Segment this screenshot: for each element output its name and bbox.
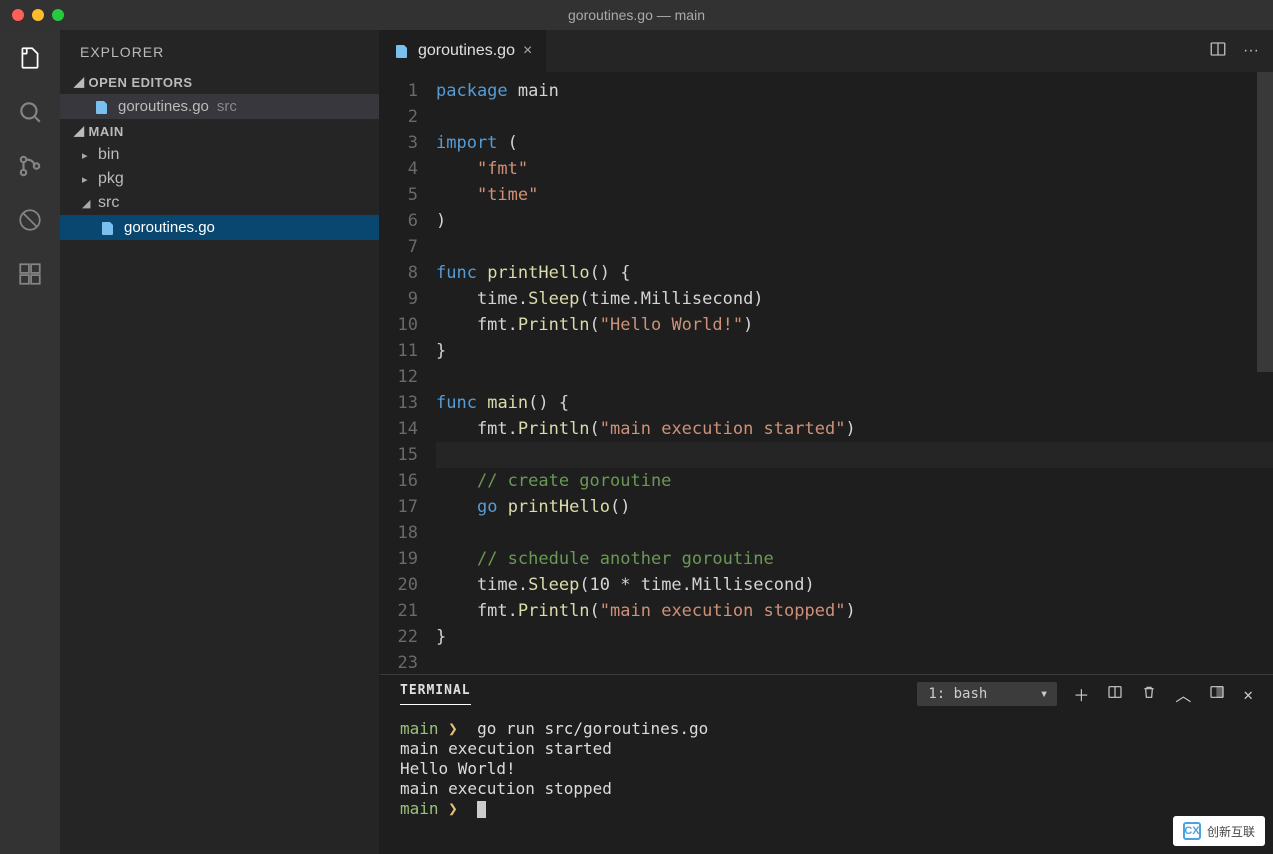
code-line[interactable]: go printHello() xyxy=(436,494,1273,520)
watermark: CX 创新互联 xyxy=(1173,816,1265,846)
watermark-logo-icon: CX xyxy=(1183,822,1201,840)
project-header[interactable]: ◢ MAIN xyxy=(60,119,379,143)
go-file-icon xyxy=(94,99,110,115)
terminal-panel: TERMINAL 1: bash ＋ ︿ xyxy=(380,674,1273,854)
chevron-down-icon: ◢ xyxy=(74,123,85,139)
activity-bar xyxy=(0,30,60,854)
code-line[interactable]: "fmt" xyxy=(436,156,1273,182)
extensions-icon[interactable] xyxy=(16,260,44,288)
code-line[interactable]: fmt.Println("main execution started") xyxy=(436,416,1273,442)
chevron-icon: ▸ xyxy=(82,173,92,186)
terminal-line: Hello World! xyxy=(400,759,1253,779)
code-line[interactable]: } xyxy=(436,338,1273,364)
close-window-button[interactable] xyxy=(12,9,24,21)
code-line[interactable]: } xyxy=(436,624,1273,650)
file-goroutines.go[interactable]: goroutines.go xyxy=(60,215,379,240)
window-title: goroutines.go — main xyxy=(568,7,705,23)
code-line[interactable] xyxy=(436,234,1273,260)
window-controls xyxy=(12,9,64,21)
chevron-down-icon: ◢ xyxy=(74,74,85,90)
code-line[interactable]: "time" xyxy=(436,182,1273,208)
terminal-line: main ❯ go run src/goroutines.go xyxy=(400,719,1253,739)
code-line[interactable] xyxy=(436,364,1273,390)
split-terminal-icon[interactable] xyxy=(1107,684,1123,704)
explorer-icon[interactable] xyxy=(16,44,44,72)
code-line[interactable] xyxy=(436,104,1273,130)
go-file-icon xyxy=(100,220,116,236)
split-editor-icon[interactable] xyxy=(1209,40,1227,63)
titlebar: goroutines.go — main xyxy=(0,0,1273,30)
editor-pane: goroutines.go × ··· 12345678910111213141… xyxy=(380,30,1273,854)
terminal-tab[interactable]: TERMINAL xyxy=(400,683,471,705)
scrollbar[interactable] xyxy=(1257,72,1273,372)
debug-icon[interactable] xyxy=(16,206,44,234)
new-terminal-icon[interactable]: ＋ xyxy=(1073,682,1089,706)
source-control-icon[interactable] xyxy=(16,152,44,180)
tab-label: goroutines.go xyxy=(418,42,515,60)
editor-actions: ··· xyxy=(1195,30,1273,72)
code-line[interactable]: time.Sleep(10 * time.Millisecond) xyxy=(436,572,1273,598)
code-line[interactable]: fmt.Println("Hello World!") xyxy=(436,312,1273,338)
terminal-body[interactable]: main ❯ go run src/goroutines.gomain exec… xyxy=(380,713,1273,854)
sidebar-title: EXPLORER xyxy=(60,30,379,70)
code-editor[interactable]: 1234567891011121314151617181920212223 pa… xyxy=(380,72,1273,674)
folder-bin[interactable]: ▸bin xyxy=(60,143,379,167)
tab-goroutines[interactable]: goroutines.go × xyxy=(380,30,547,72)
search-icon[interactable] xyxy=(16,98,44,126)
chevron-icon: ▸ xyxy=(82,149,92,162)
sidebar: EXPLORER ◢ OPEN EDITORS goroutines.go sr… xyxy=(60,30,380,854)
maximize-panel-icon[interactable] xyxy=(1209,684,1225,704)
code-line[interactable]: // create goroutine xyxy=(436,468,1273,494)
terminal-line: main ❯ xyxy=(400,799,1253,819)
close-panel-icon[interactable]: ✕ xyxy=(1243,685,1253,704)
code-line[interactable]: func main() { xyxy=(436,390,1273,416)
kill-terminal-icon[interactable] xyxy=(1141,684,1157,704)
close-icon[interactable]: × xyxy=(523,42,532,60)
code-line[interactable] xyxy=(436,520,1273,546)
chevron-icon: ◢ xyxy=(82,197,92,210)
open-editor-name: goroutines.go xyxy=(118,98,209,115)
code-line[interactable]: package main xyxy=(436,78,1273,104)
open-editors-header[interactable]: ◢ OPEN EDITORS xyxy=(60,70,379,94)
folder-pkg[interactable]: ▸pkg xyxy=(60,167,379,191)
code-line[interactable]: // schedule another goroutine xyxy=(436,546,1273,572)
code-line[interactable]: import ( xyxy=(436,130,1273,156)
maximize-window-button[interactable] xyxy=(52,9,64,21)
open-editor-path: src xyxy=(217,98,237,115)
folder-src[interactable]: ◢src xyxy=(60,191,379,215)
terminal-line: main execution started xyxy=(400,739,1253,759)
code-line[interactable]: ) xyxy=(436,208,1273,234)
collapse-up-icon[interactable]: ︿ xyxy=(1175,682,1191,706)
minimize-window-button[interactable] xyxy=(32,9,44,21)
open-editor-item[interactable]: goroutines.go src xyxy=(60,94,379,119)
terminal-select[interactable]: 1: bash xyxy=(917,682,1057,706)
code-line[interactable]: fmt.Println("main execution stopped") xyxy=(436,598,1273,624)
more-icon[interactable]: ··· xyxy=(1243,42,1259,60)
go-file-icon xyxy=(394,43,410,59)
code-line[interactable]: func printHello() { xyxy=(436,260,1273,286)
tabs-row: goroutines.go × ··· xyxy=(380,30,1273,72)
terminal-line: main execution stopped xyxy=(400,779,1253,799)
code-line[interactable]: time.Sleep(time.Millisecond) xyxy=(436,286,1273,312)
code-line[interactable] xyxy=(436,650,1273,674)
